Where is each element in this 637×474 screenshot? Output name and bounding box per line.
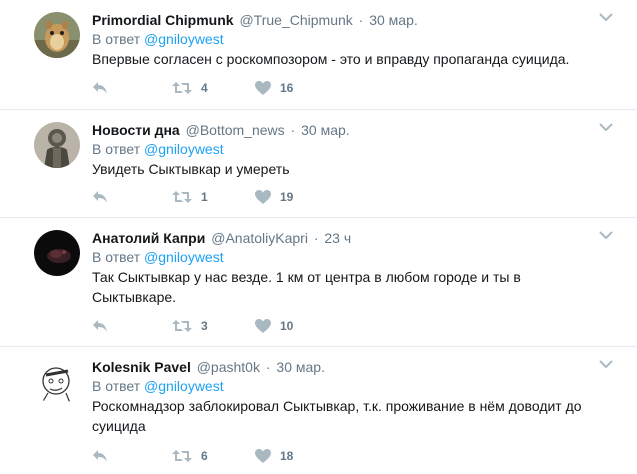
timestamp[interactable]: 30 мар. bbox=[301, 122, 350, 138]
reply-prefix: В ответ bbox=[92, 378, 141, 394]
retweet-count: 3 bbox=[201, 319, 208, 333]
avatar[interactable] bbox=[34, 230, 80, 276]
username[interactable]: @Bottom_news bbox=[186, 122, 285, 138]
username[interactable]: @pasht0k bbox=[197, 359, 260, 375]
tweet[interactable]: Primordial Chipmunk @True_Chipmunk · 30 … bbox=[0, 0, 637, 110]
separator-dot: · bbox=[290, 122, 296, 138]
reply-prefix: В ответ bbox=[92, 31, 141, 47]
fullname[interactable]: Анатолий Капри bbox=[92, 230, 205, 246]
tweet-header: Анатолий Капри @AnatoliyKapri · 23 ч bbox=[92, 229, 351, 247]
retweet-icon bbox=[172, 82, 192, 94]
mention-link[interactable]: @gniloywest bbox=[144, 249, 224, 265]
reply-arrow-icon bbox=[93, 320, 107, 332]
reply-context: В ответ @gniloywest bbox=[92, 140, 224, 158]
reply-arrow-icon bbox=[93, 82, 107, 94]
reply-arrow-icon bbox=[93, 191, 107, 203]
tweet-text: Впервые согласен с роскомпозором - это и… bbox=[92, 51, 570, 67]
reply-button[interactable] bbox=[92, 446, 108, 466]
fullname[interactable]: Primordial Chipmunk bbox=[92, 12, 234, 28]
timestamp[interactable]: 30 мар. bbox=[369, 12, 418, 28]
like-button[interactable]: 19 bbox=[255, 187, 293, 207]
separator-dot: · bbox=[313, 230, 319, 246]
tweet-text: Роскомнадзор заблокировал Сыктывкар, т.к… bbox=[92, 398, 582, 434]
heart-icon bbox=[255, 190, 271, 204]
avatar[interactable] bbox=[34, 12, 80, 58]
username[interactable]: @True_Chipmunk bbox=[239, 12, 352, 28]
retweet-button[interactable]: 4 bbox=[172, 78, 208, 98]
reply-prefix: В ответ bbox=[92, 141, 141, 157]
username[interactable]: @AnatoliyKapri bbox=[211, 230, 308, 246]
like-button[interactable]: 18 bbox=[255, 446, 293, 466]
like-count: 18 bbox=[280, 449, 294, 463]
retweet-icon bbox=[172, 320, 192, 332]
tweet-header: Новости дна @Bottom_news · 30 мар. bbox=[92, 121, 350, 139]
reply-button[interactable] bbox=[92, 316, 108, 336]
reply-context: В ответ @gniloywest bbox=[92, 30, 224, 48]
like-count: 16 bbox=[280, 81, 294, 95]
chevron-down-icon[interactable] bbox=[599, 359, 613, 369]
reply-context: В ответ @gniloywest bbox=[92, 248, 224, 266]
reply-button[interactable] bbox=[92, 187, 108, 207]
timestamp[interactable]: 23 ч bbox=[324, 230, 351, 246]
retweet-button[interactable]: 3 bbox=[172, 316, 208, 336]
mention-link[interactable]: @gniloywest bbox=[144, 141, 224, 157]
tweet[interactable]: Новости дна @Bottom_news · 30 мар. В отв… bbox=[0, 110, 637, 218]
tweet-text: Так Сыктывкар у нас везде. 1 км от центр… bbox=[92, 269, 521, 305]
retweet-count: 6 bbox=[201, 449, 208, 463]
retweet-count: 4 bbox=[201, 81, 208, 95]
tweet[interactable]: Анатолий Капри @AnatoliyKapri · 23 ч В о… bbox=[0, 218, 637, 347]
retweet-button[interactable]: 1 bbox=[172, 187, 208, 207]
tweet[interactable]: Kolesnik Pavel @pasht0k · 30 мар. В отве… bbox=[0, 347, 637, 474]
like-count: 19 bbox=[280, 190, 294, 204]
fullname[interactable]: Новости дна bbox=[92, 122, 180, 138]
chevron-down-icon[interactable] bbox=[599, 12, 613, 22]
separator-dot: · bbox=[358, 12, 364, 28]
fullname[interactable]: Kolesnik Pavel bbox=[92, 359, 191, 375]
retweet-icon bbox=[172, 191, 192, 203]
avatar[interactable] bbox=[34, 359, 80, 405]
reply-arrow-icon bbox=[93, 450, 107, 462]
chevron-down-icon[interactable] bbox=[599, 230, 613, 240]
timestamp[interactable]: 30 мар. bbox=[276, 359, 325, 375]
like-button[interactable]: 10 bbox=[255, 316, 293, 336]
reply-button[interactable] bbox=[92, 78, 108, 98]
heart-icon bbox=[255, 81, 271, 95]
retweet-count: 1 bbox=[201, 190, 208, 204]
avatar[interactable] bbox=[34, 122, 80, 168]
reply-prefix: В ответ bbox=[92, 249, 141, 265]
tweet-text: Увидеть Сыктывкар и умереть bbox=[92, 161, 290, 177]
retweet-button[interactable]: 6 bbox=[172, 446, 208, 466]
heart-icon bbox=[255, 449, 271, 463]
separator-dot: · bbox=[265, 359, 271, 375]
reply-context: В ответ @gniloywest bbox=[92, 377, 224, 395]
chevron-down-icon[interactable] bbox=[599, 122, 613, 132]
mention-link[interactable]: @gniloywest bbox=[144, 378, 224, 394]
retweet-icon bbox=[172, 450, 192, 462]
like-count: 10 bbox=[280, 319, 294, 333]
like-button[interactable]: 16 bbox=[255, 78, 293, 98]
tweet-header: Kolesnik Pavel @pasht0k · 30 мар. bbox=[92, 358, 325, 376]
heart-icon bbox=[255, 319, 271, 333]
tweet-header: Primordial Chipmunk @True_Chipmunk · 30 … bbox=[92, 11, 418, 29]
mention-link[interactable]: @gniloywest bbox=[144, 31, 224, 47]
replies-feed: Primordial Chipmunk @True_Chipmunk · 30 … bbox=[0, 0, 637, 474]
